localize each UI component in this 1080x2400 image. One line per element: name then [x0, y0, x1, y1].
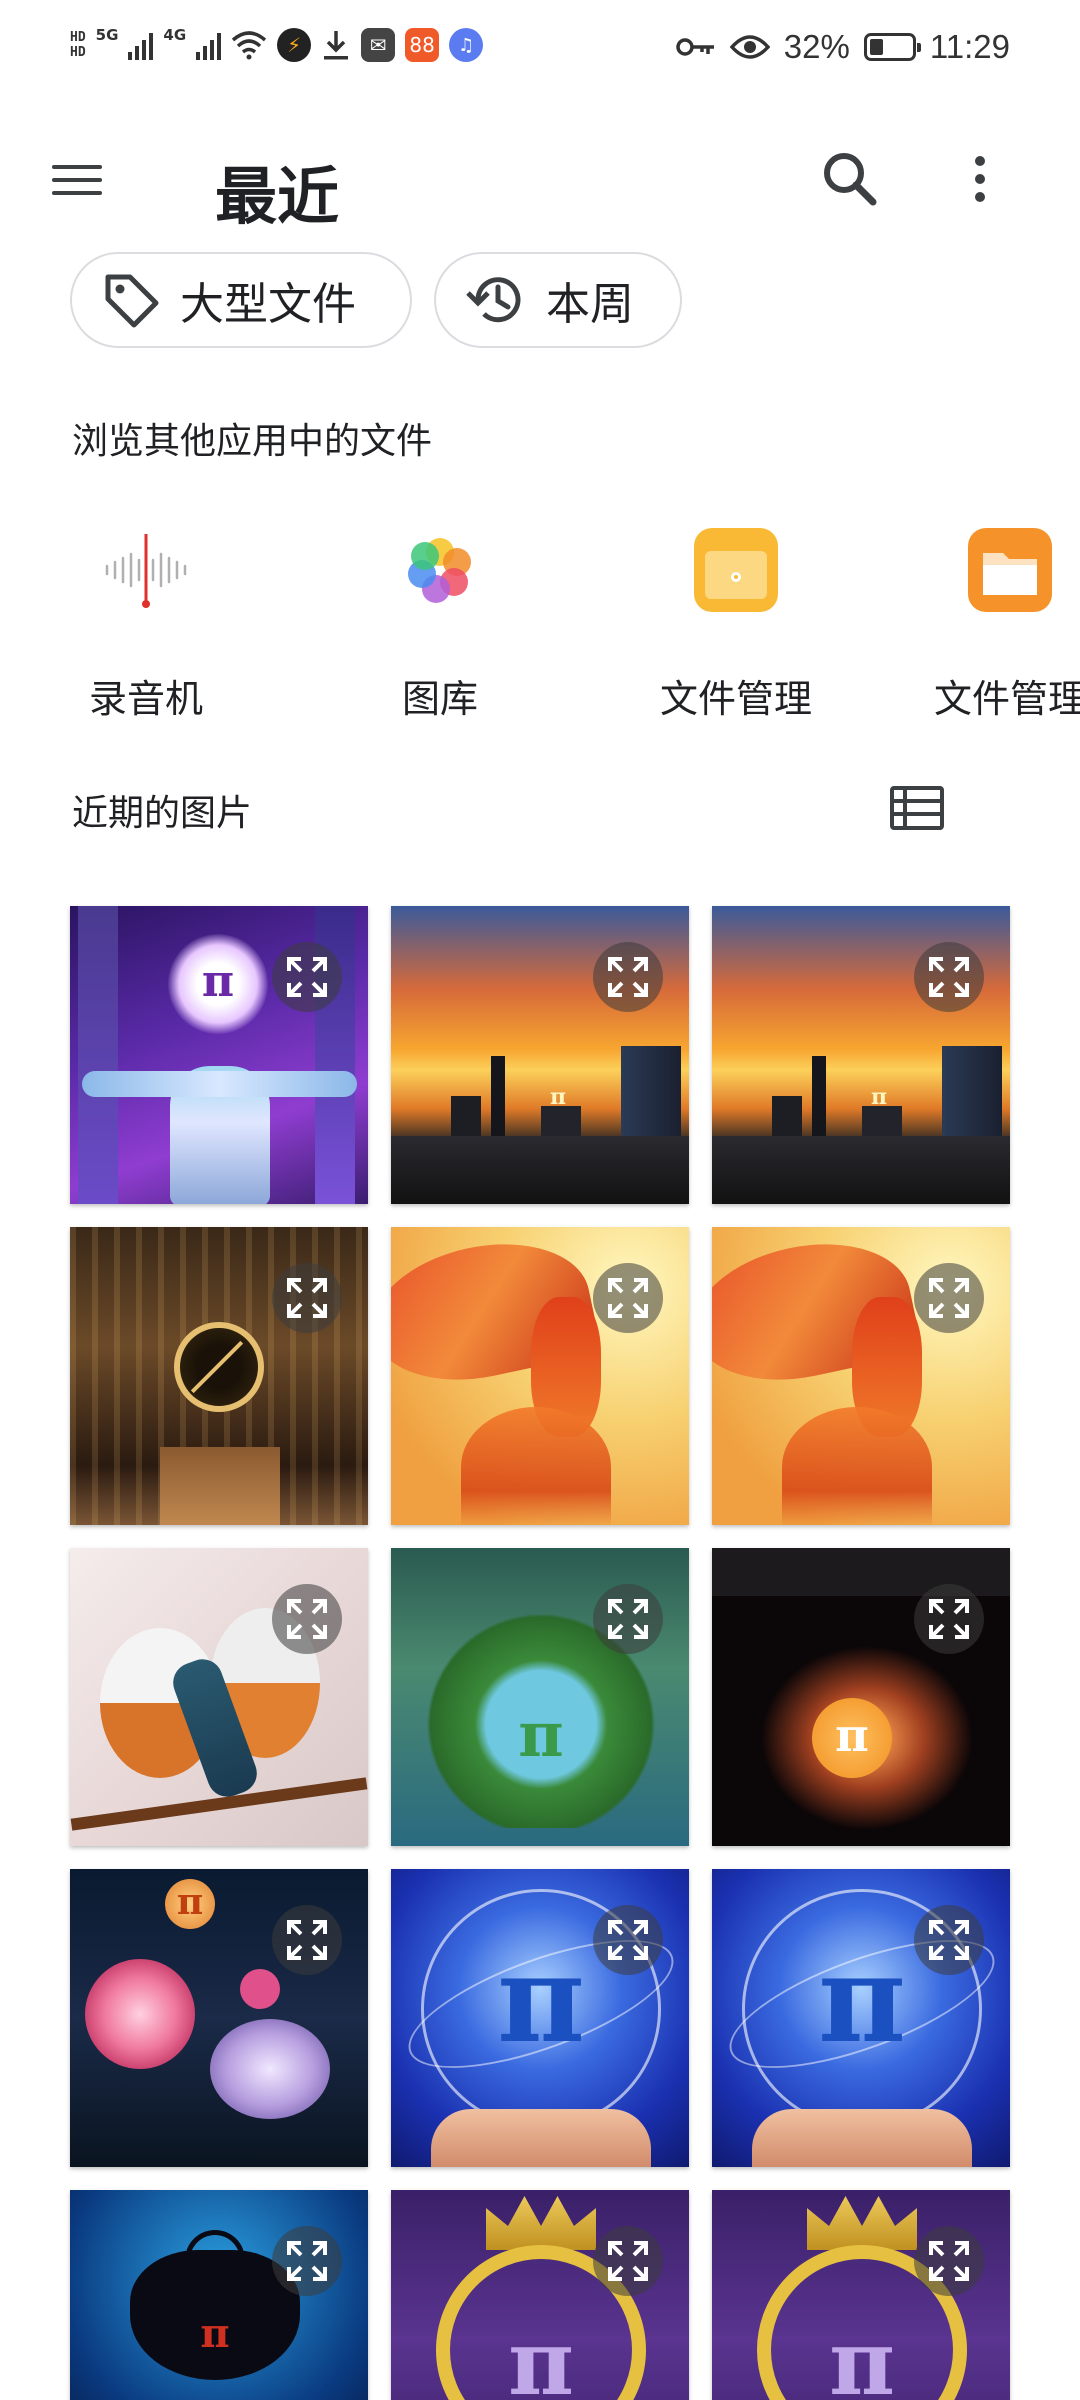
pi-logo: π — [870, 1084, 888, 1110]
expand-icon[interactable] — [914, 942, 984, 1012]
chip-label: 大型文件 — [180, 279, 356, 330]
image-thumbnail[interactable] — [712, 1227, 1010, 1525]
app-voice-recorder[interactable]: 录音机 — [46, 520, 246, 723]
search-icon[interactable] — [815, 144, 885, 214]
file-manager-icon — [686, 520, 786, 620]
expand-icon[interactable] — [914, 1263, 984, 1333]
image-thumbnail[interactable]: π — [712, 906, 1010, 1204]
clock-time: 11:29 — [929, 28, 1010, 65]
expand-icon[interactable] — [272, 1905, 342, 1975]
pi-logo: π — [549, 1084, 567, 1110]
file-manager-icon — [960, 520, 1060, 620]
hd-label: HD — [70, 45, 86, 60]
chip-label: 本周 — [546, 279, 634, 330]
app-label: 图库 — [401, 677, 478, 721]
expand-icon[interactable] — [272, 2226, 342, 2296]
status-bar: HD HD 5G 4G ⚡ ✉ 88 ♫ 32% 11:29 — [0, 0, 1080, 104]
battery-icon — [863, 33, 921, 61]
tag-icon — [105, 274, 159, 328]
pi-logo: π — [497, 1929, 585, 2070]
more-options-icon[interactable] — [960, 144, 1000, 214]
image-thumbnail[interactable] — [70, 1548, 368, 1846]
image-thumbnail[interactable] — [391, 1227, 689, 1525]
pi-logo: π — [200, 2310, 230, 2357]
mail-icon: ✉ — [361, 28, 396, 62]
app-file-manager-2[interactable]: 文件管理 — [910, 520, 1080, 723]
status-right: 32% 11:29 — [676, 28, 1010, 66]
pi-logo: π — [201, 956, 235, 1007]
image-thumbnail[interactable]: π — [391, 1869, 689, 2167]
expand-icon[interactable] — [593, 1263, 663, 1333]
chip-large-files[interactable]: 大型文件 — [70, 252, 412, 348]
expand-icon[interactable] — [272, 1584, 342, 1654]
image-thumbnail[interactable]: π — [70, 2190, 368, 2400]
image-thumbnail[interactable] — [70, 1227, 368, 1525]
app-bar: 最近 — [0, 104, 1080, 254]
hd-label: HD — [70, 30, 86, 45]
app-icon: 88 — [405, 28, 440, 62]
wifi-icon — [232, 31, 267, 60]
app-label: 录音机 — [88, 677, 203, 721]
image-thumbnail[interactable]: π — [391, 1548, 689, 1846]
image-thumbnail[interactable]: π — [391, 2190, 689, 2400]
chip-this-week[interactable]: 本周 — [434, 252, 682, 348]
history-icon — [466, 277, 521, 323]
expand-icon[interactable] — [593, 942, 663, 1012]
hd-indicator: HD HD — [70, 30, 86, 60]
app-file-manager[interactable]: 文件管理 — [636, 520, 836, 723]
expand-icon[interactable] — [272, 1263, 342, 1333]
pi-logo: π — [176, 1881, 204, 1923]
image-thumbnail[interactable]: π — [70, 906, 368, 1204]
network-type-4g: 4G — [163, 26, 187, 44]
expand-icon[interactable] — [593, 1905, 663, 1975]
voice-recorder-icon — [96, 520, 196, 620]
pi-logo: π — [508, 2310, 574, 2400]
expand-icon[interactable] — [914, 1584, 984, 1654]
key-icon — [676, 38, 714, 56]
expand-icon[interactable] — [593, 2226, 663, 2296]
image-thumbnail[interactable]: π — [391, 906, 689, 1204]
pi-logo: π — [518, 1698, 564, 1771]
app-gallery[interactable]: 图库 — [340, 520, 540, 723]
expand-icon[interactable] — [914, 1905, 984, 1975]
battery-percent: 32% — [783, 28, 850, 65]
signal-icon — [196, 30, 222, 60]
app-label: 文件管理 — [933, 677, 1080, 721]
app-label: 文件管理 — [659, 677, 812, 721]
image-thumbnail[interactable]: π — [712, 2190, 1010, 2400]
expand-icon[interactable] — [593, 1584, 663, 1654]
charge-saver-icon: ⚡ — [277, 28, 312, 62]
recent-images-title: 近期的图片 — [72, 793, 253, 834]
image-thumbnail[interactable]: π — [70, 1869, 368, 2167]
download-icon — [324, 31, 349, 60]
list-view-icon[interactable] — [890, 786, 944, 830]
pi-logo: π — [829, 2310, 895, 2400]
network-type-5g: 5G — [95, 26, 119, 44]
image-thumbnail[interactable]: π — [712, 1548, 1010, 1846]
pi-logo: π — [818, 1929, 906, 2070]
pi-logo: π — [835, 1708, 869, 1762]
expand-icon[interactable] — [914, 2226, 984, 2296]
status-left: HD HD 5G 4G ⚡ ✉ 88 ♫ — [70, 26, 484, 62]
expand-icon[interactable] — [272, 942, 342, 1012]
signal-icon — [128, 30, 154, 60]
music-icon: ♫ — [449, 28, 484, 62]
eye-icon — [729, 35, 770, 59]
gallery-icon — [390, 520, 490, 620]
image-thumbnail[interactable]: π — [712, 1869, 1010, 2167]
browse-section-title: 浏览其他应用中的文件 — [72, 421, 433, 462]
menu-icon[interactable] — [52, 150, 112, 210]
page-title: 最近 — [215, 160, 340, 233]
